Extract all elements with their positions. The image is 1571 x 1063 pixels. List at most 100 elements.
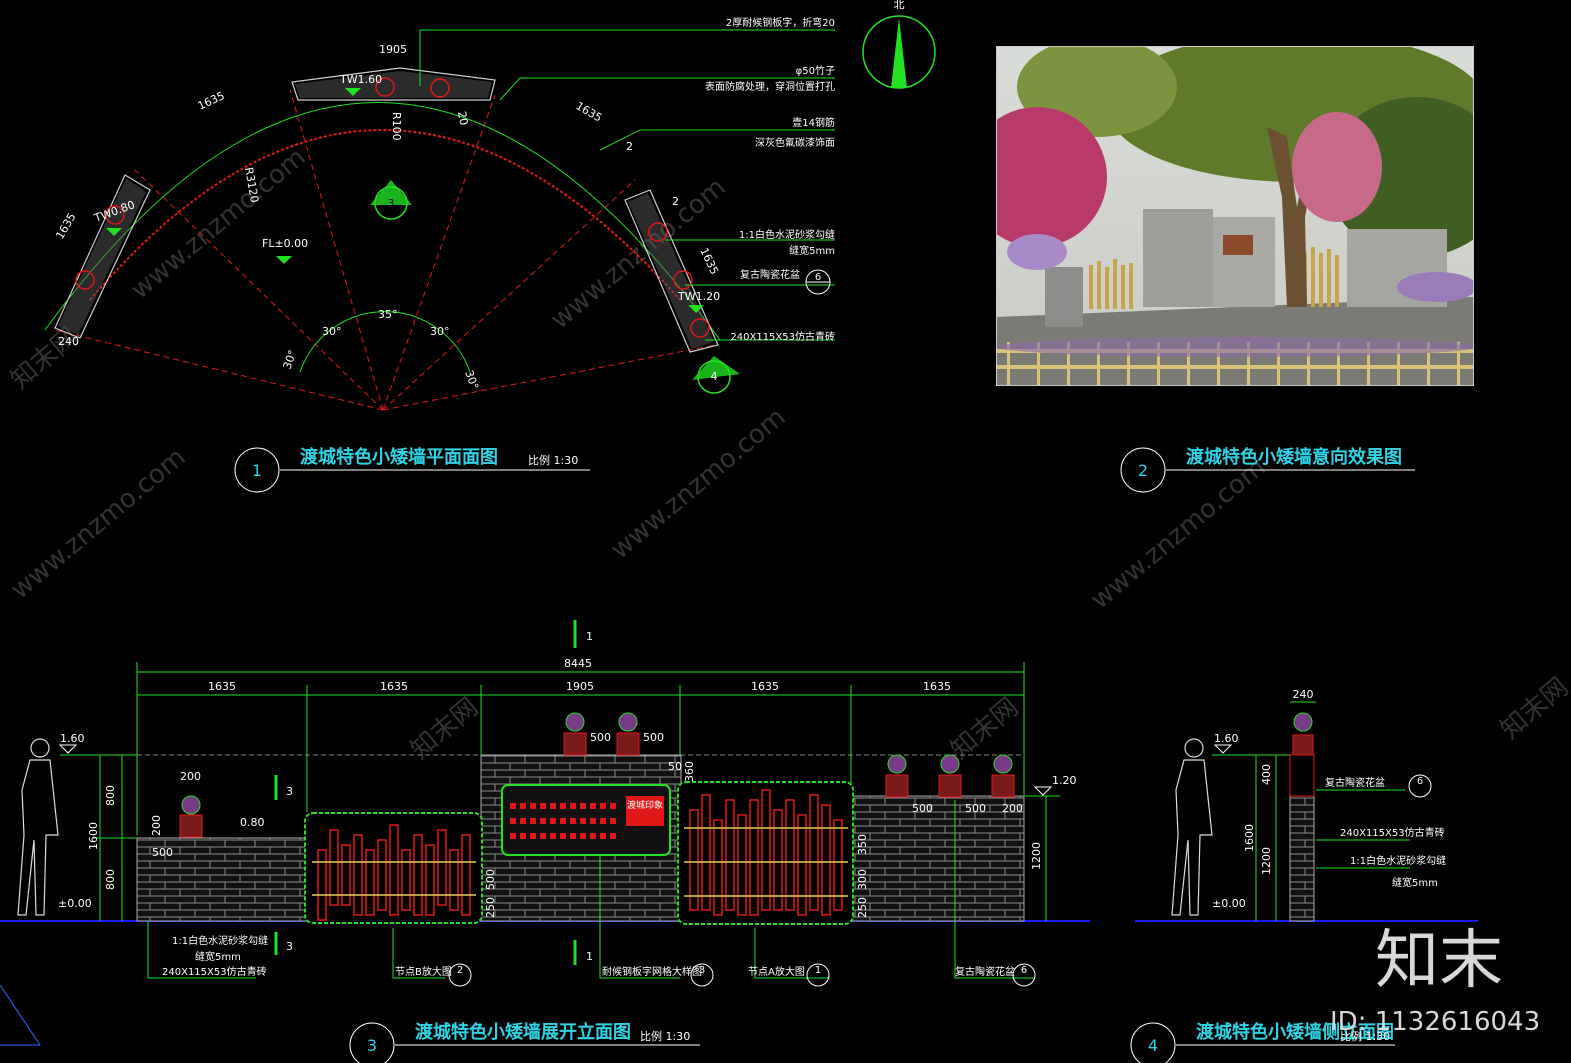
- watermark-text: 知末网: [945, 692, 1024, 765]
- angle-label: 35°: [378, 308, 398, 321]
- dim-label: 50: [668, 760, 682, 773]
- north-arrow-icon: 北: [862, 0, 936, 89]
- level-label: TW1.20: [677, 290, 720, 303]
- steel-sign-panel: 渡城印象: [501, 784, 671, 856]
- dim-label: R100: [390, 112, 403, 141]
- rendering-image: [996, 46, 1474, 386]
- level-marker: [58, 744, 78, 754]
- detail-ref: 2: [448, 963, 472, 987]
- rendering-illustration: [997, 47, 1473, 385]
- note-text: 1:1白色水泥砂浆勾缝: [739, 228, 835, 241]
- note-text: 表面防腐处理，穿洞位置打孔: [705, 80, 835, 93]
- pot-icon: [179, 795, 203, 838]
- note-text: 240X115X53仿古青砖: [1340, 826, 1445, 839]
- dim-label: 1635: [208, 680, 236, 693]
- dim-label: 800: [104, 869, 117, 890]
- brick-wall: [850, 795, 1025, 922]
- svg-text:6: 6: [1417, 776, 1423, 787]
- level-label: 0.80: [240, 816, 265, 829]
- section-number: 4: [711, 370, 718, 383]
- note-text: 深灰色氟碳漆饰面: [755, 136, 835, 149]
- detail-ref: 6: [1408, 774, 1432, 798]
- drawing-title-2: 2 渡城特色小矮墙意向效果图: [1120, 446, 1415, 493]
- pot-icon: [885, 754, 909, 798]
- note-text: 耐候钢板字网格大样图: [602, 965, 702, 978]
- cut-label: 3: [286, 785, 293, 798]
- note-text: 1:1白色水泥砂浆勾缝: [1350, 854, 1446, 867]
- dim-label: 1635: [380, 680, 408, 693]
- section-marker-4: 4: [692, 356, 740, 394]
- note-text: 复古陶瓷花盆: [740, 268, 800, 281]
- watermark-text: 知末网: [405, 692, 484, 765]
- leader-lines: [419, 29, 835, 341]
- human-figure-icon: [17, 738, 59, 916]
- outer-dim-arc: [44, 102, 721, 341]
- dim-label: 2: [626, 140, 633, 153]
- scale-label: 比例 1:30: [528, 453, 578, 467]
- note-text: 2厚耐候钢板字，折弯20: [726, 16, 835, 29]
- dim-label: 240: [58, 335, 79, 348]
- note-text: 240X115X53仿古青砖: [162, 965, 267, 978]
- detail-ref: 6: [1012, 963, 1036, 987]
- corner-marker: [0, 984, 41, 1046]
- section-marker-3: 3: [370, 180, 412, 220]
- dim-label: 300: [856, 869, 869, 890]
- angle-label: 30°: [462, 369, 481, 392]
- svg-text:1: 1: [252, 461, 262, 480]
- radial-lines: [54, 89, 716, 411]
- human-figure-icon: [1171, 738, 1213, 916]
- dim-label: 1635: [196, 89, 227, 113]
- note-text: 240X115X53仿古青砖: [730, 330, 835, 343]
- watermark-text: www.znzmo.com: [5, 442, 191, 605]
- cut-label: 3: [286, 940, 293, 953]
- note-text: 缝宽5mm: [195, 950, 241, 963]
- angle-label: 30°: [430, 325, 450, 338]
- dim-label: 1200: [1260, 847, 1273, 875]
- sign-text: 渡城印象: [627, 799, 663, 811]
- watermark-text: www.znzmo.com: [605, 402, 791, 565]
- note-text: 节点A放大图: [748, 965, 805, 978]
- dim-label: 1635: [697, 246, 721, 277]
- watermark-text: 知末网: [1495, 672, 1571, 745]
- level-label: ±0.00: [58, 897, 92, 910]
- level-label: 1.60: [1214, 732, 1239, 745]
- brick-column: [1289, 795, 1315, 922]
- note-text: 1:1白色水泥砂浆勾缝: [172, 934, 268, 947]
- svg-text:3: 3: [699, 965, 705, 976]
- pot-icon: [991, 754, 1015, 798]
- dim-label: 1200: [1030, 842, 1043, 870]
- level-label: ±0.00: [1212, 897, 1246, 910]
- dim-label: 1635: [751, 680, 779, 693]
- pot-column: [1289, 754, 1315, 797]
- dim-label: 1905: [566, 680, 594, 693]
- pot-icon: [1292, 712, 1314, 756]
- dim-label: 1635: [53, 211, 78, 242]
- section-number: 3: [388, 197, 395, 210]
- pot-icon: [616, 712, 640, 756]
- drawing-title: 渡城特色小矮墙展开立面图: [415, 1021, 631, 1043]
- svg-text:3: 3: [367, 1036, 377, 1055]
- dim-label: 1635: [574, 99, 605, 124]
- cut-label: 1: [586, 630, 593, 643]
- dim-label: 250: [484, 897, 497, 918]
- dim-label: 250: [856, 897, 869, 918]
- dim-label: 200: [180, 770, 201, 783]
- note-text: 壹14钢筋: [792, 116, 835, 129]
- dim-label: 500: [912, 802, 933, 815]
- pot-icon: [563, 712, 587, 756]
- id-watermark: ID: 1132616043: [1330, 1007, 1540, 1037]
- dim-label: 500: [152, 846, 173, 859]
- note-text: 缝宽5mm: [789, 244, 835, 257]
- drawing-title-3: 3 渡城特色小矮墙展开立面图 比例 1:30: [349, 1021, 700, 1063]
- level-marker: [1213, 744, 1233, 754]
- svg-text:2: 2: [1138, 461, 1148, 480]
- dim-label: 1635: [923, 680, 951, 693]
- brand-watermark: 知末: [1375, 924, 1503, 998]
- dim-label: 500: [484, 869, 497, 890]
- svg-text:2: 2: [457, 965, 463, 976]
- dim-label: 500: [643, 731, 664, 744]
- svg-text:6: 6: [815, 272, 821, 283]
- svg-text:1: 1: [815, 965, 821, 976]
- level-label: FL±0.00: [262, 237, 308, 250]
- cut-label: 1: [586, 950, 593, 963]
